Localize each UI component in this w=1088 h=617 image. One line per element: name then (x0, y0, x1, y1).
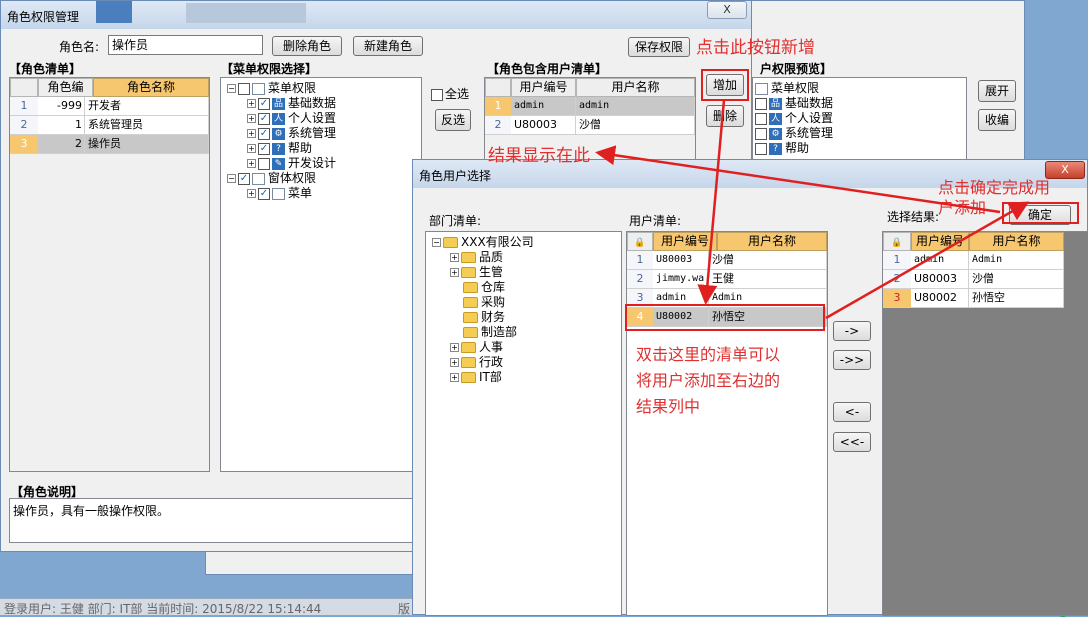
arrow-selected-to-result (825, 201, 1030, 320)
arrow-confirm-to-list (595, 145, 1001, 214)
annotation-arrows (595, 99, 1030, 320)
arrow-add-to-result (697, 99, 726, 305)
